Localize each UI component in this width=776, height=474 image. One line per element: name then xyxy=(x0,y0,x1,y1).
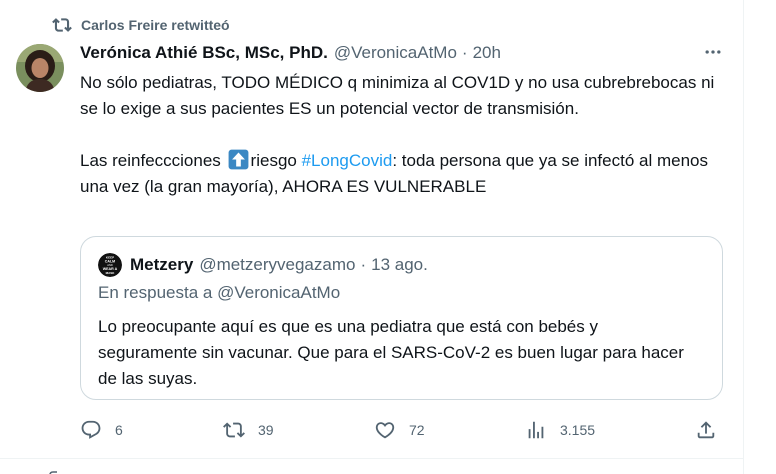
quoted-author-display-name[interactable]: Metzery xyxy=(130,255,193,275)
quoted-author-handle[interactable]: @metzeryvegazamo xyxy=(199,255,355,275)
social-context-label: Carlos Freire retwitteó xyxy=(81,17,230,33)
quoted-header-separator: · xyxy=(360,255,367,274)
author-display-name[interactable]: Verónica Athié BSc, MSc, PhD. xyxy=(80,43,328,63)
quoted-tweet-header: KEEP CALM AND WEAR A MASK Metzery @metze… xyxy=(98,253,428,277)
author-avatar[interactable] xyxy=(16,44,64,92)
up-arrow-emoji-icon xyxy=(228,149,249,170)
retweet-count: 39 xyxy=(258,422,274,438)
retweet-icon xyxy=(223,419,245,441)
author-handle[interactable]: @VeronicaAtMo xyxy=(334,43,457,63)
retweet-icon xyxy=(52,15,72,35)
tweet-text: No sólo pediatras, TODO MÉDICO q minimiz… xyxy=(80,70,730,200)
reply-icon xyxy=(80,419,102,441)
share-button[interactable] xyxy=(695,418,717,442)
more-options-button[interactable] xyxy=(702,44,724,64)
next-tweet-retweet-icon xyxy=(47,466,67,474)
more-dots-icon xyxy=(703,42,723,67)
social-context[interactable]: Carlos Freire retwitteó xyxy=(52,14,230,36)
quoted-tweet-card[interactable]: KEEP CALM AND WEAR A MASK Metzery @metze… xyxy=(80,236,723,400)
tweet-header: Verónica Athié BSc, MSc, PhD. @VeronicaA… xyxy=(80,41,501,65)
views-icon xyxy=(525,419,547,441)
tweet-timestamp[interactable]: 20h xyxy=(473,43,501,63)
reply-count: 6 xyxy=(115,422,123,438)
quoted-author-avatar[interactable]: KEEP CALM AND WEAR A MASK xyxy=(98,253,122,277)
tweet-paragraph-2-start: Las reinfeccciones xyxy=(80,151,221,170)
avatar-text-line-5: MASK xyxy=(106,271,116,275)
timeline-column-border xyxy=(743,0,744,474)
reply-context[interactable]: En respuesta a @VeronicaAtMo xyxy=(98,283,340,303)
tweet-action-bar: 6 39 72 3.155 xyxy=(80,418,720,442)
timeline-frame: Carlos Freire retwitteó Verónica Athié B… xyxy=(0,0,776,474)
quoted-tweet-text: Lo preocupante aquí es que es una pediat… xyxy=(98,317,684,388)
reply-button[interactable]: 6 xyxy=(80,418,123,442)
share-icon xyxy=(695,419,717,441)
tweet-paragraph-2: Las reinfeccciones riesgo #LongCovid: to… xyxy=(80,148,730,200)
tweet-paragraph-1: No sólo pediatras, TODO MÉDICO q minimiz… xyxy=(80,73,715,118)
quoted-tweet-timestamp[interactable]: 13 ago. xyxy=(371,255,428,275)
views-button[interactable]: 3.155 xyxy=(525,418,595,442)
retweet-button[interactable]: 39 xyxy=(223,418,274,442)
heart-icon xyxy=(374,419,396,441)
header-separator: · xyxy=(461,43,468,62)
view-count: 3.155 xyxy=(560,422,596,438)
tweet-divider xyxy=(0,458,743,459)
like-button[interactable]: 72 xyxy=(374,418,425,442)
like-count: 72 xyxy=(409,422,425,438)
hashtag-link[interactable]: #LongCovid xyxy=(302,151,393,170)
avatar-text-line-2: CALM xyxy=(105,260,115,264)
tweet-paragraph-2-middle: riesgo xyxy=(250,151,297,170)
